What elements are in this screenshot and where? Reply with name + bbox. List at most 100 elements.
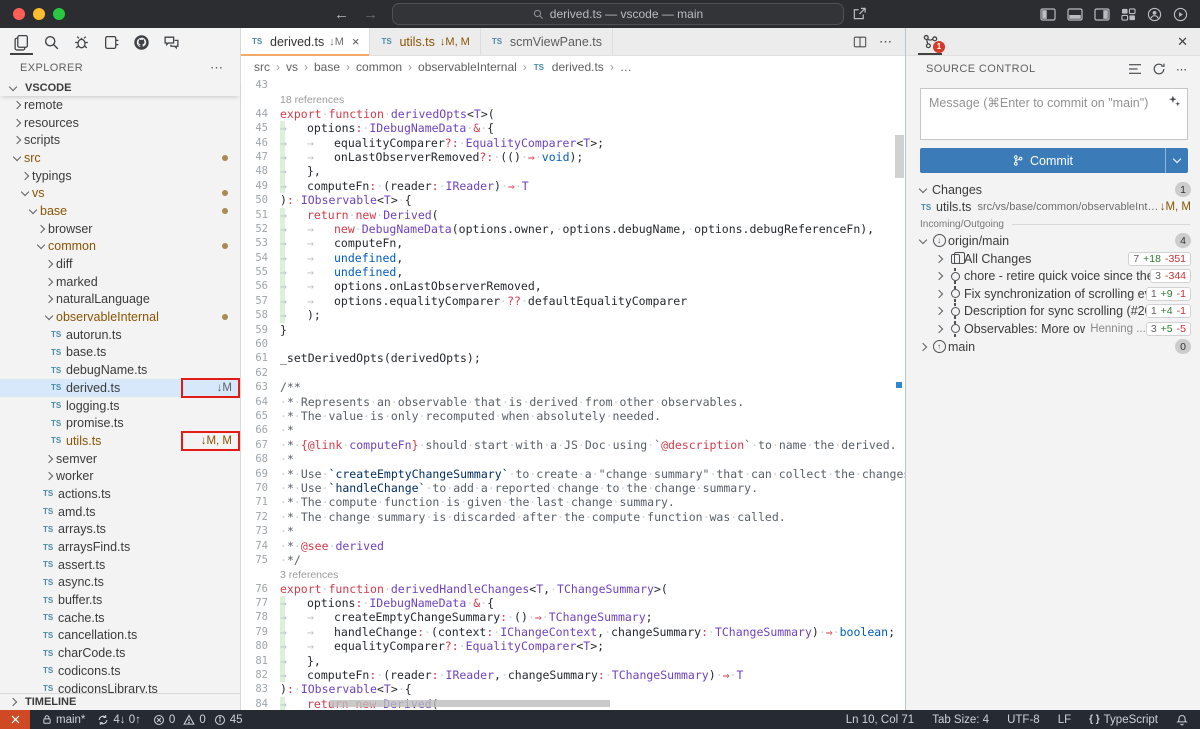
manage-icon[interactable] (1173, 7, 1188, 22)
customize-layout-icon[interactable] (1121, 8, 1136, 21)
code-line[interactable]: 65·*·The·value·is·only·recomputed·when·a… (241, 409, 905, 423)
view-mode-icon[interactable] (1128, 63, 1142, 75)
code-line[interactable]: 67·*·{@link·computeFn}·should·start·with… (241, 438, 905, 452)
status-bell[interactable] (1176, 714, 1188, 726)
tree-item-cancellation.ts[interactable]: TScancellation.ts (0, 627, 240, 645)
breadcrumb-file[interactable]: derived.ts (552, 60, 604, 74)
horizontal-scrollbar[interactable] (330, 700, 610, 707)
scm-item[interactable]: Fix synchronization of scrolling event .… (906, 285, 1200, 303)
code-line[interactable]: 53→→computeFn, (241, 236, 905, 250)
toggle-sidebar-left-icon[interactable] (1040, 8, 1056, 21)
code-editor[interactable]: 4318 references44export·function·derived… (241, 78, 905, 710)
code-line[interactable]: 61_setDerivedOpts(derivedOpts); (241, 351, 905, 365)
status-ln-10-col-71[interactable]: Ln 10, Col 71 (846, 714, 914, 726)
tree-item-promise.ts[interactable]: TSpromise.ts (0, 414, 240, 432)
tree-item-logging.ts[interactable]: TSlogging.ts (0, 397, 240, 415)
zoom-window-button[interactable] (53, 8, 65, 20)
code-line[interactable]: 62 (241, 366, 905, 380)
tab-derived.ts[interactable]: TSderived.ts↓M× (241, 28, 370, 55)
timeline-section[interactable]: TIMELINE (0, 693, 240, 710)
toggle-sidebar-right-icon[interactable] (1094, 8, 1110, 21)
code-line[interactable]: 70·*·Use·`handleChange`·to·add·a·reporte… (241, 481, 905, 495)
code-line[interactable]: 58→); (241, 308, 905, 322)
breadcrumb-part[interactable]: vs (286, 60, 298, 74)
code-line[interactable]: 59} (241, 323, 905, 337)
tree-item-marked[interactable]: marked (0, 273, 240, 291)
tree-item-arraysFind.ts[interactable]: TSarraysFind.ts (0, 538, 240, 556)
tree-item-buffer.ts[interactable]: TSbuffer.ts (0, 591, 240, 609)
source-control-tab-icon[interactable]: 1 (918, 29, 942, 55)
account-icon[interactable] (1147, 7, 1162, 22)
scm-item[interactable]: Description for sync scrolling (#2090...… (906, 303, 1200, 321)
tree-item-worker[interactable]: worker (0, 467, 240, 485)
github-icon[interactable] (131, 29, 152, 55)
status-sync[interactable]: 4↓ 0↑ (97, 714, 141, 726)
tree-item-scripts[interactable]: scripts (0, 131, 240, 149)
code-line[interactable]: 43 (241, 78, 905, 92)
tree-item-arrays.ts[interactable]: TSarrays.ts (0, 521, 240, 539)
status-lock[interactable]: main* (42, 714, 85, 726)
code-line[interactable]: 49→computeFn:·(reader:·IReader)·⇒·T (241, 179, 905, 193)
plugin-icon[interactable] (101, 29, 122, 55)
status-warning[interactable]: 0 (183, 714, 205, 726)
breadcrumb-part[interactable]: observableInternal (418, 60, 517, 74)
breadcrumb[interactable]: src›vs›base›common›observableInternal›TS… (241, 56, 905, 78)
tree-item-async.ts[interactable]: TSasync.ts (0, 574, 240, 592)
code-line[interactable]: 51→return·new·Derived( (241, 208, 905, 222)
split-editor-icon[interactable] (853, 35, 867, 49)
sparkle-icon[interactable] (1168, 94, 1181, 107)
commit-message-input[interactable]: Message (⌘Enter to commit on "main") (920, 88, 1188, 140)
code-line[interactable]: 77→options:·IDebugNameData·&·{ (241, 596, 905, 610)
tree-item-codiconsLibrary.ts[interactable]: TScodiconsLibrary.ts (0, 680, 240, 693)
tree-item-vs[interactable]: vs (0, 184, 240, 202)
forward-icon[interactable]: → (363, 6, 378, 23)
code-line[interactable]: 46→→equalityComparer?:·EqualityComparer<… (241, 136, 905, 150)
code-line[interactable]: 52→→new·DebugNameData(options.owner,·opt… (241, 222, 905, 236)
more-actions-icon[interactable]: ⋯ (879, 34, 893, 50)
tree-item-codicons.ts[interactable]: TScodicons.ts (0, 662, 240, 680)
status-typescript[interactable]: { }TypeScript (1089, 714, 1158, 726)
code-line[interactable]: 56→→options.onLastObserverRemoved, (241, 279, 905, 293)
changes-section-header[interactable]: Changes1 (906, 181, 1200, 199)
close-panel-icon[interactable]: ✕ (1177, 34, 1188, 50)
refresh-icon[interactable] (1152, 62, 1166, 76)
status-error[interactable]: 0 (153, 714, 175, 726)
tab-utils.ts[interactable]: TSutils.ts↓M, M (370, 28, 480, 55)
scm-group-origin/main[interactable]: ↓origin/main4 (906, 232, 1200, 250)
minimize-window-button[interactable] (33, 8, 45, 20)
code-line[interactable]: 73·* (241, 524, 905, 538)
scm-item[interactable]: Observables: More ownersHenning ...3+5-5 (906, 320, 1200, 338)
status-lf[interactable]: LF (1058, 714, 1071, 726)
code-line[interactable]: 68·* (241, 452, 905, 466)
tree-item-derived.ts[interactable]: TSderived.ts↓M (0, 379, 240, 397)
code-line[interactable]: 83):·IObservable<T>·{ (241, 682, 905, 696)
tree-item-typings[interactable]: typings (0, 167, 240, 185)
tree-item-src[interactable]: src (0, 149, 240, 167)
code-line[interactable]: 60 (241, 337, 905, 351)
breadcrumb-part[interactable]: src (254, 60, 270, 74)
commit-button[interactable]: Commit (920, 148, 1188, 173)
tree-item-observableInternal[interactable]: observableInternal (0, 308, 240, 326)
tree-item-base[interactable]: base (0, 202, 240, 220)
change-file-utils.ts[interactable]: TSutils.tssrc/vs/base/common/observableI… (906, 199, 1200, 217)
close-tab-icon[interactable]: × (352, 34, 360, 49)
chat-icon[interactable] (161, 29, 182, 55)
tree-item-naturalLanguage[interactable]: naturalLanguage (0, 291, 240, 309)
back-icon[interactable]: ← (334, 6, 349, 23)
explorer-more-icon[interactable]: ⋯ (210, 60, 240, 76)
explorer-icon[interactable] (11, 29, 32, 55)
breadcrumb-part[interactable]: common (356, 60, 402, 74)
tree-item-autorun.ts[interactable]: TSautorun.ts (0, 326, 240, 344)
code-line[interactable]: 44export·function·derivedOpts<T>( (241, 107, 905, 121)
code-line[interactable]: 54→→undefined, (241, 251, 905, 265)
code-line[interactable]: 69·*·Use·`createEmptyChangeSummary`·to·c… (241, 467, 905, 481)
code-line[interactable]: 82→computeFn:·(reader:·IReader,·changeSu… (241, 668, 905, 682)
code-line[interactable]: 75·*/ (241, 553, 905, 567)
tree-item-cache.ts[interactable]: TScache.ts (0, 609, 240, 627)
code-line[interactable]: 64·*·Represents·an·observable·that·is·de… (241, 395, 905, 409)
code-line[interactable]: 71·*·The·compute·function·is·given·the·l… (241, 495, 905, 509)
breadcrumb-part[interactable]: base (314, 60, 340, 74)
vertical-scrollbar[interactable] (895, 135, 904, 178)
code-line[interactable]: 76export·function·derivedHandleChanges<T… (241, 582, 905, 596)
tree-item-debugName.ts[interactable]: TSdebugName.ts (0, 361, 240, 379)
